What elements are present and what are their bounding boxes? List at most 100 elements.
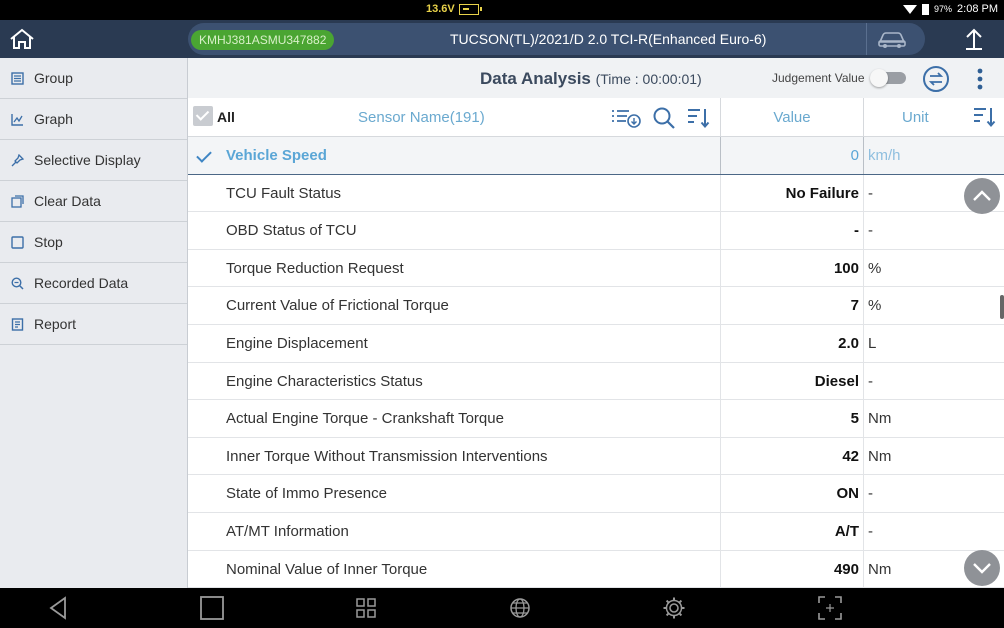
browser-button[interactable]	[500, 593, 540, 623]
table-row[interactable]: Inner Torque Without Transmission Interv…	[188, 437, 1004, 476]
square-icon	[200, 596, 224, 620]
sensor-value: ON	[720, 475, 863, 512]
table-row[interactable]: Torque Reduction Request 100 %	[188, 249, 1004, 288]
pin-icon	[10, 153, 24, 167]
filter-list-button[interactable]	[610, 105, 642, 131]
table-row[interactable]: Engine Displacement 2.0 L	[188, 324, 1004, 363]
sensor-unit: km/h	[863, 137, 1004, 174]
table-row[interactable]: TCU Fault Status No Failure -	[188, 174, 1004, 213]
car-battery-icon	[458, 3, 482, 15]
sensor-value: 5	[720, 400, 863, 437]
check-icon	[196, 147, 212, 163]
wifi-icon	[903, 4, 918, 14]
sensor-name: Nominal Value of Inner Torque	[226, 560, 428, 578]
table-row[interactable]: AT/MT Information A/T -	[188, 512, 1004, 551]
sidebar-item-label: Selective Display	[34, 152, 141, 168]
swap-button[interactable]	[921, 64, 951, 94]
sensor-name: Torque Reduction Request	[226, 259, 404, 277]
sensor-value: 0	[720, 137, 863, 174]
sidebar-item-graph[interactable]: Graph	[0, 99, 187, 140]
sensor-name: Inner Torque Without Transmission Interv…	[226, 447, 548, 465]
select-all-checkbox[interactable]	[193, 106, 213, 126]
sensor-table: Vehicle Speed 0 km/h TCU Fault Status No…	[188, 137, 1004, 588]
sidebar-item-recorded-data[interactable]: Recorded Data	[0, 263, 187, 304]
table-row[interactable]: Nominal Value of Inner Torque 490 Nm	[188, 550, 1004, 588]
more-options-button[interactable]	[970, 64, 990, 94]
sidebar-item-label: Group	[34, 70, 73, 86]
sensor-value: -	[720, 212, 863, 249]
sensor-name: TCU Fault Status	[226, 184, 342, 202]
app-header: KMHJ381ASMU347882 TUCSON(TL)/2021/D 2.0 …	[0, 20, 1004, 58]
sensor-name: State of Immo Presence	[226, 485, 387, 503]
grid-icon	[356, 598, 376, 618]
sidebar-item-selective-display[interactable]: Selective Display	[0, 140, 187, 181]
screenshot-icon	[818, 596, 842, 620]
scroll-down-button[interactable]	[964, 550, 1000, 586]
select-all-label: All	[217, 109, 235, 125]
search-icon	[653, 107, 675, 129]
table-row[interactable]: Engine Characteristics Status Diesel -	[188, 362, 1004, 401]
unit-header-cell: Unit	[863, 98, 1004, 137]
value-header: Value	[720, 98, 863, 137]
search-button[interactable]	[648, 105, 680, 131]
sort-unit-button[interactable]	[968, 104, 1000, 130]
sensor-unit: -	[863, 475, 1004, 512]
upload-arrow-icon	[966, 28, 982, 50]
status-bar: 13.6V 97% 2:08 PM	[0, 0, 1004, 20]
sensor-unit: L	[863, 324, 1004, 362]
sensor-name-header: Sensor Name(191)	[358, 109, 485, 126]
main-panel: Data Analysis (Time : 00:00:01) Judgemen…	[188, 58, 1004, 588]
table-row[interactable]: Current Value of Frictional Torque 7 %	[188, 287, 1004, 325]
sidebar-item-report[interactable]: Report	[0, 304, 187, 345]
voltage-text: 13.6V	[426, 3, 455, 15]
upload-button[interactable]	[944, 20, 1004, 58]
vehicle-title: TUCSON(TL)/2021/D 2.0 TCI-R(Enhanced Eur…	[450, 31, 767, 47]
table-row-selected[interactable]: Vehicle Speed 0 km/h	[188, 137, 1004, 175]
graph-icon	[10, 112, 24, 126]
vehicle-button[interactable]	[866, 23, 918, 55]
sensor-value: 42	[720, 437, 863, 475]
group-icon	[10, 71, 24, 85]
table-row[interactable]: State of Immo Presence ON -	[188, 475, 1004, 513]
sensor-unit: Nm	[863, 437, 1004, 475]
sidebar-item-stop[interactable]: Stop	[0, 222, 187, 263]
table-row[interactable]: OBD Status of TCU - -	[188, 212, 1004, 250]
screenshot-button[interactable]	[810, 593, 850, 623]
sensor-value: 100	[720, 249, 863, 287]
recorded-data-icon	[10, 276, 24, 290]
scroll-up-button[interactable]	[964, 178, 1000, 214]
sidebar-item-label: Clear Data	[34, 193, 101, 209]
home-button[interactable]	[0, 20, 44, 58]
chevron-down-icon	[973, 563, 991, 574]
recents-button[interactable]	[192, 593, 232, 623]
more-vertical-icon	[977, 68, 983, 90]
sort-icon	[688, 109, 710, 129]
judgement-value-toggle[interactable]	[870, 69, 906, 87]
apps-button[interactable]	[346, 593, 386, 623]
vin-badge: KMHJ381ASMU347882	[191, 30, 335, 50]
system-status: 97% 2:08 PM	[903, 3, 998, 15]
sensor-unit: -	[863, 512, 1004, 550]
clock: 2:08 PM	[957, 3, 998, 15]
clear-icon	[10, 194, 24, 208]
sidebar-item-label: Graph	[34, 111, 73, 127]
sidebar-item-group[interactable]: Group	[0, 58, 187, 99]
sensor-name: Actual Engine Torque - Crankshaft Torque	[226, 410, 504, 428]
sort-sensor-button[interactable]	[682, 105, 714, 131]
battery-icon	[922, 3, 930, 15]
gear-icon	[663, 597, 685, 619]
back-button[interactable]	[38, 593, 78, 623]
sidebar-item-label: Recorded Data	[34, 275, 129, 291]
sidebar-item-label: Stop	[34, 234, 63, 250]
sensor-name: Vehicle Speed	[226, 147, 327, 164]
chevron-up-icon	[973, 190, 991, 201]
sensor-name: OBD Status of TCU	[226, 222, 357, 240]
table-row[interactable]: Actual Engine Torque - Crankshaft Torque…	[188, 400, 1004, 438]
settings-button[interactable]	[654, 593, 694, 623]
unit-header: Unit	[902, 109, 929, 126]
scrollbar-thumb[interactable]	[1000, 295, 1004, 319]
report-icon	[10, 317, 24, 331]
home-icon	[10, 28, 34, 49]
table-header: All Sensor Name(191) Value Unit	[188, 98, 1004, 137]
sidebar-item-clear-data[interactable]: Clear Data	[0, 181, 187, 222]
